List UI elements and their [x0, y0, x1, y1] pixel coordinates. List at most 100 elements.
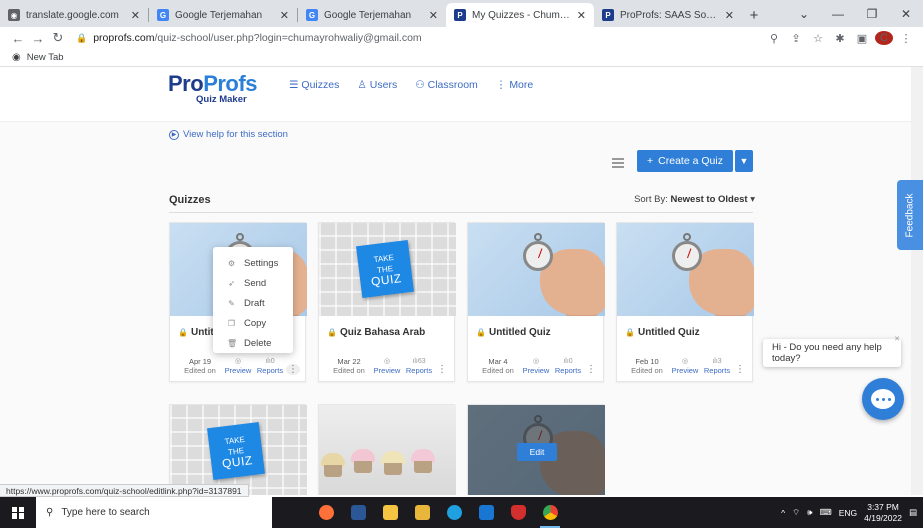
nav-classroom[interactable]: ⚇ Classroom [415, 79, 478, 91]
language-indicator[interactable]: ENG [839, 508, 857, 518]
quiz-thumbnail[interactable]: TAKE THE QUIZ [319, 223, 456, 316]
chrome-icon[interactable] [534, 497, 566, 528]
quiz-card[interactable]: TAKE THE QUIZ 🔒 Quiz Bahasa Arab Mar 22 Ed… [318, 222, 456, 382]
card-menu-icon[interactable]: ⋮ [286, 364, 300, 375]
menu-item-send[interactable]: ➶ Send [213, 273, 293, 293]
store-icon[interactable] [406, 497, 438, 528]
nav-more[interactable]: ⋮ More [496, 79, 533, 91]
preview-link[interactable]: ◎ Preview [222, 357, 254, 375]
chat-launcher-button[interactable] [862, 378, 904, 420]
card-menu-icon[interactable]: ⋮ [584, 364, 598, 375]
chevron-up-icon[interactable]: ^ [781, 508, 785, 518]
share-icon[interactable]: ⇪ [787, 32, 805, 45]
quiz-card[interactable]: 🔒 Untitled Quiz Mar 4 Edited on ◎ Preview ı… [467, 222, 605, 382]
clock[interactable]: 3:37 PM 4/19/2022 [864, 502, 902, 524]
reports-link[interactable]: ılı0 Reports [254, 357, 286, 375]
preview-link[interactable]: ◎ Preview [371, 357, 403, 375]
sort-dropdown[interactable]: Sort By: Newest to Oldest ▾ [634, 194, 755, 205]
quiz-title[interactable]: Untitled Quiz [489, 327, 551, 338]
browser-tab-3[interactable]: G Google Terjemahan ✕ [298, 3, 446, 27]
list-view-icon[interactable] [612, 158, 624, 168]
preview-link[interactable]: ◎ Preview [669, 357, 701, 375]
profile-avatar[interactable]: C [875, 31, 893, 45]
taskbar-search[interactable]: ⚲ Type here to search [36, 497, 272, 528]
close-icon[interactable]: ✕ [429, 9, 438, 22]
url-field[interactable]: 🔒 proprofs.com/quiz-school/user.php?logi… [76, 32, 765, 44]
quiz-title[interactable]: Quiz Bahasa Arab [340, 327, 425, 338]
forward-icon[interactable]: → [28, 31, 48, 46]
browser-tab-2[interactable]: G Google Terjemahan ✕ [149, 3, 297, 27]
user-icon: ♙ [357, 79, 367, 91]
reload-icon[interactable]: ↻ [48, 30, 68, 46]
menu-item-copy[interactable]: ❐ Copy [213, 313, 293, 333]
browser-tab-1[interactable]: ◉ translate.google.com ✕ [0, 3, 148, 27]
page-scrollbar[interactable] [911, 67, 923, 495]
nav-users[interactable]: ♙ Users [357, 79, 397, 91]
bookmark-star-icon[interactable]: ☆ [809, 32, 827, 45]
tab-title: ProProfs: SAAS Software for [620, 9, 719, 21]
keyboard-icon[interactable]: ⌨ [819, 507, 831, 518]
system-tray: ^ ⌔ 🕪 ⌨ ENG 3:37 PM 4/19/2022 ▤ [781, 497, 923, 528]
quiz-title[interactable]: Untitled Quiz [638, 327, 700, 338]
app-window-icon[interactable] [342, 497, 374, 528]
zoom-icon[interactable]: ⚲ [765, 32, 783, 45]
new-tab-button[interactable]: + [742, 3, 766, 27]
browser-tab-4-active[interactable]: P My Quizzes - Chumayrohwali ✕ [446, 3, 594, 27]
firefox-icon[interactable] [310, 497, 342, 528]
close-window-icon[interactable]: ✕ [889, 7, 923, 21]
restore-icon[interactable]: ❐ [855, 7, 889, 21]
tab-title: Google Terjemahan [175, 9, 263, 21]
quiz-thumbnail[interactable] [319, 405, 456, 495]
quiz-card[interactable]: TAKE THE QUIZ [169, 404, 307, 495]
quiz-thumbnail[interactable] [617, 223, 754, 316]
stopwatch-icon [672, 241, 702, 271]
card-menu-icon[interactable]: ⋮ [435, 364, 449, 375]
quiz-card-hovered[interactable]: Edit [467, 404, 605, 495]
close-icon[interactable]: ✕ [131, 9, 140, 22]
file-explorer-icon[interactable] [374, 497, 406, 528]
menu-item-draft[interactable]: ✎ Draft [213, 293, 293, 313]
reports-count: 0 [270, 358, 275, 365]
menu-item-delete[interactable]: 🗑 Delete [213, 333, 293, 353]
extensions-icon[interactable]: ✱ [831, 32, 849, 45]
volume-icon[interactable]: 🕪 [807, 507, 812, 518]
edit-button[interactable]: Edit [517, 443, 557, 461]
browser-menu-icon[interactable]: ⋮ [897, 32, 915, 45]
mail-icon[interactable] [470, 497, 502, 528]
create-quiz-dropdown[interactable]: ▼ [735, 150, 753, 172]
start-button[interactable] [0, 497, 36, 528]
reports-link[interactable]: ılı3 Reports [701, 357, 733, 375]
reports-link[interactable]: ılı0 Reports [552, 357, 584, 375]
quiz-card[interactable]: 🔒 Untitled Quiz Feb 10 Edited on ◎ Preview … [616, 222, 754, 382]
help-link[interactable]: ▶ View help for this section [169, 129, 288, 140]
create-quiz-button[interactable]: + Create a Quiz [637, 150, 733, 172]
nav-quizzes[interactable]: ☰ Quizzes [289, 79, 339, 91]
app-red-icon[interactable] [502, 497, 534, 528]
network-icon[interactable]: ⌔ [792, 507, 800, 518]
card-menu-icon[interactable]: ⋮ [733, 364, 747, 375]
menu-item-settings[interactable]: ⚙ Settings [213, 253, 293, 273]
browser-tab-5[interactable]: P ProProfs: SAAS Software for ✕ [594, 3, 742, 27]
edge-icon[interactable] [438, 497, 470, 528]
reports-link[interactable]: ılı63 Reports [403, 357, 435, 375]
stopwatch-icon [523, 241, 553, 271]
bookmark-new-tab[interactable]: New Tab [27, 52, 64, 63]
tab-search-icon[interactable]: ⌄ [787, 7, 821, 21]
close-icon[interactable]: ✕ [725, 9, 734, 22]
preview-link[interactable]: ◎ Preview [520, 357, 552, 375]
proprofs-logo[interactable]: ProProfs Quiz Maker [168, 71, 257, 105]
quiz-thumbnail[interactable]: Edit [468, 405, 605, 495]
quiz-thumbnail[interactable]: TAKE THE QUIZ [170, 405, 307, 495]
back-icon[interactable]: ← [8, 31, 28, 46]
close-icon[interactable]: ✕ [577, 9, 586, 22]
quiz-thumbnail[interactable] [468, 223, 605, 316]
close-icon[interactable]: ✕ [280, 9, 289, 22]
close-icon[interactable]: ✕ [893, 336, 901, 344]
eye-icon: ◎ [234, 358, 242, 365]
sidepanel-icon[interactable]: ▣ [853, 32, 871, 45]
notification-icon[interactable]: ▤ [909, 507, 917, 518]
quiz-card[interactable] [318, 404, 456, 495]
feedback-tab[interactable]: Feedback [897, 180, 923, 250]
globe-icon: ◉ [12, 52, 21, 63]
minimize-icon[interactable]: — [821, 7, 855, 21]
